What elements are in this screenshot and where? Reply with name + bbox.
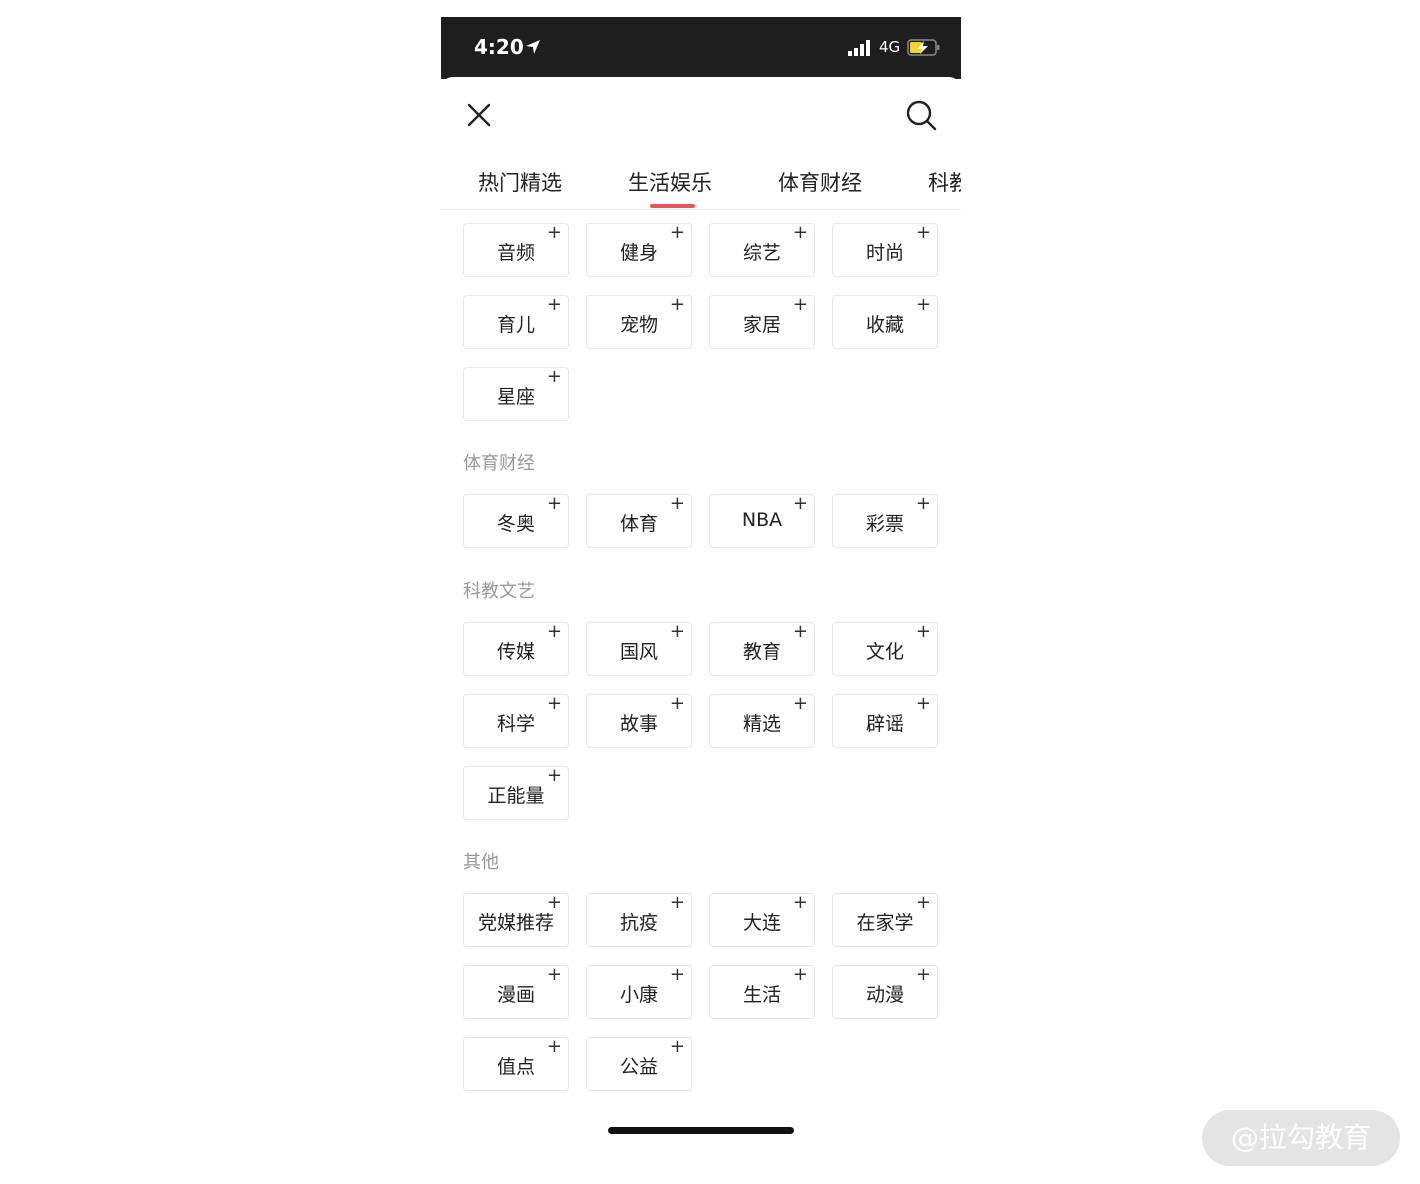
section-title: 其他 [463,852,499,873]
network-type: 4G [879,38,901,56]
add-channel-icon[interactable]: + [547,495,562,513]
add-channel-icon[interactable]: + [916,296,931,314]
add-channel-icon[interactable]: + [793,495,808,513]
channel-chip[interactable]: 辟谣 + [832,694,938,748]
channel-chip[interactable]: 值点 + [463,1037,569,1091]
section-title: 科教文艺 [463,581,535,602]
channel-chip[interactable]: 文化 + [832,622,938,676]
add-channel-icon[interactable]: + [670,623,685,641]
tab-sports-finance[interactable]: 体育财经 [778,167,862,197]
add-channel-icon[interactable]: + [670,966,685,984]
add-channel-icon[interactable]: + [916,495,931,513]
add-channel-icon[interactable]: + [916,894,931,912]
add-channel-icon[interactable]: + [793,966,808,984]
add-channel-icon[interactable]: + [547,368,562,386]
add-channel-icon[interactable]: + [916,224,931,242]
add-channel-icon[interactable]: + [670,495,685,513]
add-channel-icon[interactable]: + [670,894,685,912]
search-icon[interactable] [905,99,937,131]
add-channel-icon[interactable]: + [547,296,562,314]
add-channel-icon[interactable]: + [547,224,562,242]
channel-chip[interactable]: 精选 + [709,694,815,748]
channel-chip[interactable]: 传媒 + [463,622,569,676]
add-channel-icon[interactable]: + [547,966,562,984]
channel-chip[interactable]: 公益 + [586,1037,692,1091]
add-channel-icon[interactable]: + [916,695,931,713]
channel-chip[interactable]: 漫画 + [463,965,569,1019]
add-channel-icon[interactable]: + [793,623,808,641]
channel-chip[interactable]: 动漫 + [832,965,938,1019]
channel-chip[interactable]: 育儿 + [463,295,569,349]
phone-screen: 4:20 4G 热门精选 生活娱乐 体育财经 科 音频 + 健身 + 综艺 + … [441,17,961,1137]
channel-chip[interactable]: 大连 + [709,893,815,947]
add-channel-icon[interactable]: + [916,623,931,641]
channel-chip[interactable]: 收藏 + [832,295,938,349]
add-channel-icon[interactable]: + [670,224,685,242]
add-channel-icon[interactable]: + [547,695,562,713]
channel-chip[interactable]: 科学 + [463,694,569,748]
channel-chip[interactable]: 星座 + [463,367,569,421]
tab-science-education[interactable]: 科教 [928,167,961,197]
status-bar: 4:20 4G [441,17,961,79]
channel-chip[interactable]: 在家学 + [832,893,938,947]
channel-chip[interactable]: 生活 + [709,965,815,1019]
add-channel-icon[interactable]: + [547,623,562,641]
home-indicator [608,1127,794,1134]
add-channel-icon[interactable]: + [547,767,562,785]
add-channel-icon[interactable]: + [793,894,808,912]
channel-chip[interactable]: 党媒推荐 + [463,893,569,947]
channel-chip[interactable]: 教育 + [709,622,815,676]
active-tab-indicator [650,204,695,208]
add-channel-icon[interactable]: + [670,296,685,314]
channel-chip[interactable]: 正能量 + [463,766,569,820]
channel-sheet: 热门精选 生活娱乐 体育财经 科教 音频+ 健身+ 综艺+ 时尚+ 育儿+ 宠物+ 家居+ 收… [441,77,961,1137]
add-channel-icon[interactable]: + [547,894,562,912]
channel-chip[interactable]: 故事 + [586,694,692,748]
close-icon[interactable] [465,101,493,129]
add-channel-icon[interactable]: + [670,695,685,713]
channel-chip[interactable]: 音频 + [463,223,569,277]
channel-chip[interactable]: 彩票 + [832,494,938,548]
signal-bars-icon [848,40,874,60]
watermark: @拉勾教育 [1202,1110,1400,1166]
category-tabs: 热门精选 生活娱乐 体育财经 科教 [441,163,961,210]
location-arrow-icon [525,39,541,59]
add-channel-icon[interactable]: + [916,966,931,984]
channel-chip[interactable]: 小康 + [586,965,692,1019]
battery-charging-icon [907,39,941,60]
section-title: 体育财经 [463,453,535,474]
tab-hot-picks[interactable]: 热门精选 [478,167,562,197]
channel-chip[interactable]: 时尚 + [832,223,938,277]
channel-chip[interactable]: 综艺 + [709,223,815,277]
channel-chip[interactable]: 抗疫 + [586,893,692,947]
status-time: 4:20 [474,35,524,59]
add-channel-icon[interactable]: + [547,1038,562,1056]
tab-life-entertainment[interactable]: 生活娱乐 [628,167,712,197]
channel-chip[interactable]: 健身 + [586,223,692,277]
channel-chip[interactable]: 家居 + [709,295,815,349]
add-channel-icon[interactable]: + [793,224,808,242]
channel-chip[interactable]: 国风 + [586,622,692,676]
add-channel-icon[interactable]: + [793,695,808,713]
channel-chip[interactable]: 宠物 + [586,295,692,349]
channel-chip[interactable]: 体育 + [586,494,692,548]
channel-chip[interactable]: NBA + [709,494,815,548]
add-channel-icon[interactable]: + [793,296,808,314]
channel-chip[interactable]: 冬奥 + [463,494,569,548]
add-channel-icon[interactable]: + [670,1038,685,1056]
